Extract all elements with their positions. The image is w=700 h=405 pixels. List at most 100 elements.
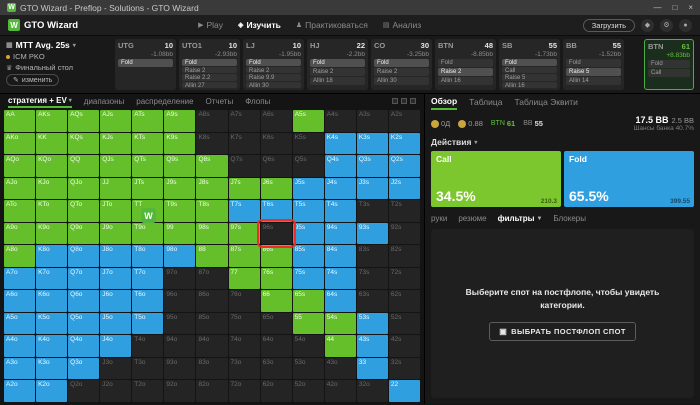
hand-75o[interactable]: 75o (228, 312, 260, 334)
hand-k5s[interactable]: K5s (292, 132, 324, 154)
hand-63o[interactable]: 63o (260, 357, 292, 379)
hand-87o[interactable]: 87o (196, 267, 228, 289)
action-allin-16[interactable]: Allin 16 (438, 77, 493, 85)
grid-tab-distribution[interactable]: распределение (136, 94, 193, 108)
hand-kts[interactable]: KTs (132, 132, 164, 154)
hand-j7o[interactable]: J7o (100, 267, 132, 289)
hand-k5o[interactable]: K5o (36, 312, 68, 334)
hand-k8o[interactable]: K8o (36, 245, 68, 267)
action-fold[interactable]: Fold (310, 59, 365, 67)
hand-t5o[interactable]: T5o (132, 312, 164, 334)
hand-j6o[interactable]: J6o (100, 290, 132, 312)
hand-54s[interactable]: 54s (324, 312, 356, 334)
hand-jto[interactable]: JTo (100, 200, 132, 222)
hand-q3o[interactable]: Q3o (68, 357, 100, 379)
hand-j9s[interactable]: J9s (164, 177, 196, 199)
hand-52s[interactable]: 52s (388, 312, 420, 334)
hand-k4s[interactable]: K4s (324, 132, 356, 154)
hand-65s[interactable]: 65s (292, 290, 324, 312)
position-card-uto1[interactable]: UTO1 10 -2.93bb Fold Raise 2 Raise 2.2 Allin 2… (179, 39, 240, 90)
nav-play[interactable]: ▶ Play (198, 20, 223, 30)
hand-kjs[interactable]: KJs (100, 132, 132, 154)
settings-icon[interactable]: ⚙ (660, 18, 673, 32)
panel-tab-overview[interactable]: Обзор (431, 94, 458, 110)
minimize-button[interactable]: — (653, 3, 661, 12)
hand-85s[interactable]: 85s (292, 245, 324, 267)
hand-qto[interactable]: QTo (68, 200, 100, 222)
hand-83s[interactable]: 83s (356, 245, 388, 267)
hand-72s[interactable]: 72s (388, 267, 420, 289)
hand-93s[interactable]: 93s (356, 222, 388, 244)
hand-73s[interactable]: 73s (356, 267, 388, 289)
position-card-utg[interactable]: UTG 10 -1.08bb Fold (115, 39, 176, 90)
hand-33[interactable]: 33 (356, 357, 388, 379)
actions-dropdown[interactable]: Действия ▾ (431, 135, 694, 151)
action-allin-30[interactable]: Allin 30 (246, 81, 301, 88)
hand-t9o[interactable]: T9o (132, 222, 164, 244)
action-fold[interactable]: Fold (438, 59, 493, 67)
hand-98s[interactable]: 98s (196, 222, 228, 244)
hand-q7s[interactable]: Q7s (228, 155, 260, 177)
hand-k3o[interactable]: K3o (36, 357, 68, 379)
position-card-lj[interactable]: LJ 10 -1.95bb Fold Raise 2 Raise 9.9 Allin 30 (243, 39, 304, 90)
hand-a8s[interactable]: A8s (196, 110, 228, 132)
hand-k6s[interactable]: K6s (260, 132, 292, 154)
hand-96s[interactable]: 96s (256, 218, 296, 248)
hand-a8o[interactable]: A8o (4, 245, 36, 267)
hand-a9s[interactable]: A9s (164, 110, 196, 132)
hand-qjs[interactable]: QJs (100, 155, 132, 177)
hand-q5s[interactable]: Q5s (292, 155, 324, 177)
hand-96o[interactable]: 96o (164, 290, 196, 312)
action-fold[interactable]: Fold (566, 59, 621, 67)
action-raise-5[interactable]: Raise 5 (566, 68, 621, 76)
grid-tab-ranges[interactable]: диапазоны (84, 94, 124, 108)
hand-97o[interactable]: 97o (164, 267, 196, 289)
action-fold[interactable]: Fold (648, 60, 690, 68)
hand-85o[interactable]: 85o (196, 312, 228, 334)
action-bar-fold[interactable]: Fold 65.5% 399.55 (564, 151, 694, 207)
hand-jts[interactable]: JTs (132, 177, 164, 199)
hand-32o[interactable]: 32o (356, 380, 388, 402)
grid-tab-reports[interactable]: Отчеты (206, 94, 234, 108)
hand-42o[interactable]: 42o (324, 380, 356, 402)
format-select[interactable]: ▦ MTT Avg. 25s ▾ (6, 40, 112, 50)
hand-t2o[interactable]: T2o (132, 380, 164, 402)
hand-87s[interactable]: 87s (228, 245, 260, 267)
hand-a9o[interactable]: A9o (4, 222, 36, 244)
hand-76o[interactable]: 76o (228, 290, 260, 312)
premium-icon[interactable]: ◆ (641, 18, 654, 32)
action-fold[interactable]: Fold (502, 59, 557, 66)
action-raise-2[interactable]: Raise 2 (374, 68, 429, 76)
action-allin-16[interactable]: Allin 16 (502, 81, 557, 88)
action-fold[interactable]: Fold (118, 59, 173, 67)
hand-64s[interactable]: 64s (324, 290, 356, 312)
hand-a3o[interactable]: A3o (4, 357, 36, 379)
position-card-sb[interactable]: SB 55 -1.73bb Fold Call Raise 5 Allin 16 (499, 39, 560, 90)
action-call[interactable]: Call (502, 66, 557, 73)
hand-q9o[interactable]: Q9o (68, 222, 100, 244)
hand-jj[interactable]: JJ (100, 177, 132, 199)
subtab-filters[interactable]: фильтры ▼ (498, 214, 543, 223)
hand-t2s[interactable]: T2s (388, 200, 420, 222)
hand-kqs[interactable]: KQs (68, 132, 100, 154)
hand-k6o[interactable]: K6o (36, 290, 68, 312)
action-allin-30[interactable]: Allin 30 (374, 77, 429, 85)
hand-t4o[interactable]: T4o (132, 335, 164, 357)
hand-43o[interactable]: 43o (324, 357, 356, 379)
hand-a4o[interactable]: A4o (4, 335, 36, 357)
hand-k8s[interactable]: K8s (196, 132, 228, 154)
hand-a2o[interactable]: A2o (4, 380, 36, 402)
subtab-hands[interactable]: руки (431, 214, 447, 223)
hand-qjo[interactable]: QJo (68, 177, 100, 199)
action-bar-call[interactable]: Call 34.5% 210.3 (431, 151, 561, 207)
hand-93o[interactable]: 93o (164, 357, 196, 379)
hand-j9o[interactable]: J9o (100, 222, 132, 244)
view-toggle-3-icon[interactable] (410, 98, 416, 104)
hand-t7s[interactable]: T7s (228, 200, 260, 222)
action-raise-2[interactable]: Raise 2 (182, 66, 237, 73)
hand-ajo[interactable]: AJo (4, 177, 36, 199)
hand-qq[interactable]: QQ (68, 155, 100, 177)
action-raise-9-9[interactable]: Raise 9.9 (246, 74, 301, 81)
hand-65o[interactable]: 65o (260, 312, 292, 334)
hand-53o[interactable]: 53o (292, 357, 324, 379)
